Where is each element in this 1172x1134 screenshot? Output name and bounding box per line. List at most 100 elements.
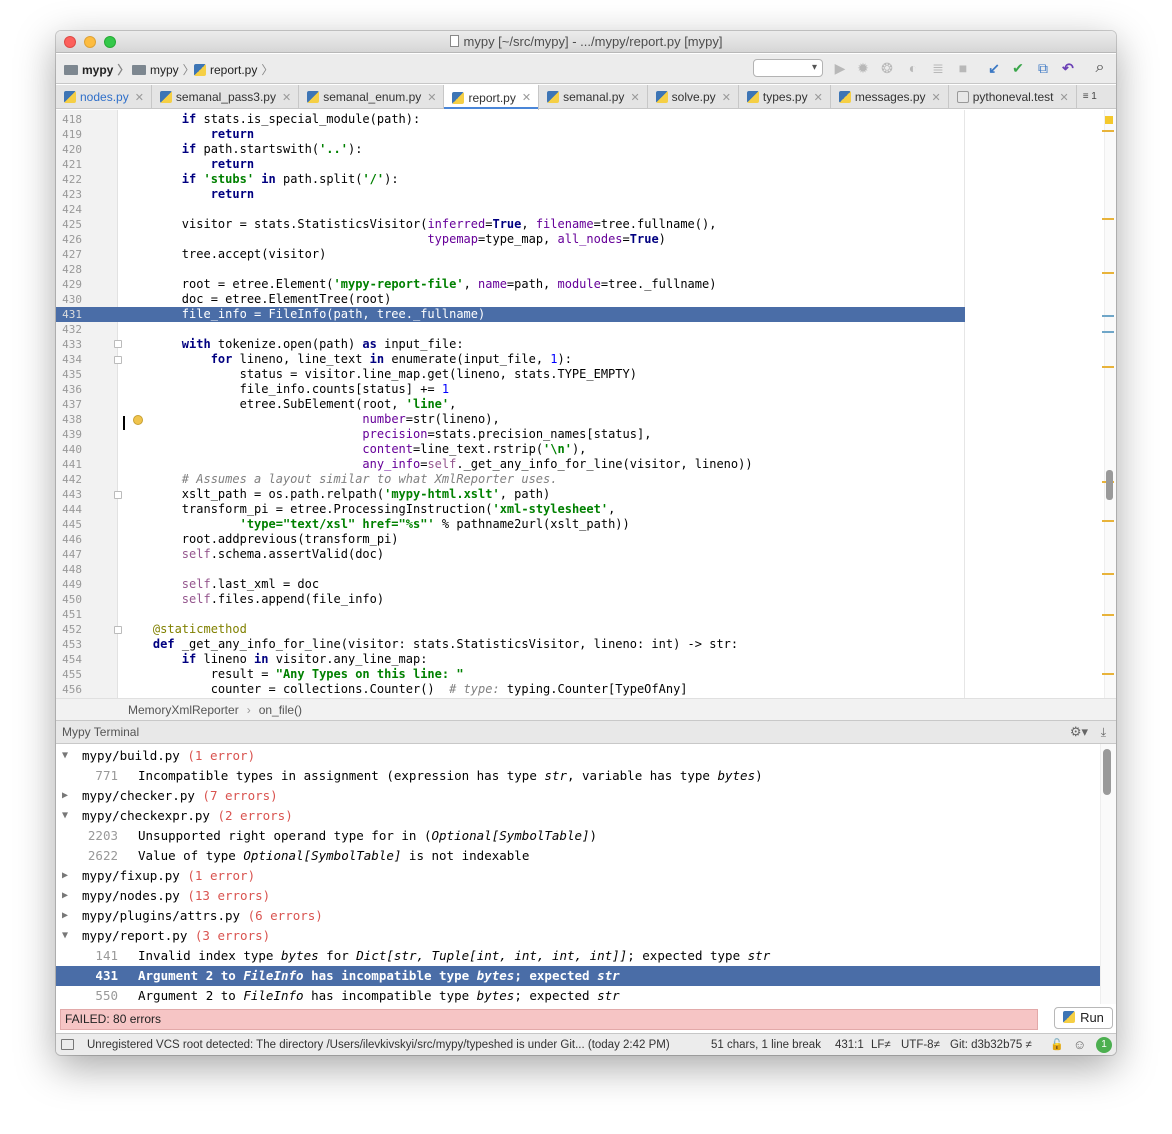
- error-message[interactable]: 141 Invalid index type bytes for Dict[str…: [56, 946, 1100, 966]
- code-line[interactable]: 437 etree.SubElement(root, 'line',: [56, 397, 1102, 412]
- error-file-node[interactable]: ▼ mypy/checkexpr.py (2 errors): [56, 806, 1100, 826]
- tab-pythoneval-test[interactable]: pythoneval.test ✕: [949, 85, 1077, 109]
- file-encoding[interactable]: UTF-8≠: [901, 1034, 940, 1055]
- close-tab-icon[interactable]: ✕: [814, 91, 823, 104]
- code-line[interactable]: 434 for lineno, line_text in enumerate(i…: [56, 352, 1102, 367]
- inspector-icon[interactable]: ☺: [1073, 1034, 1086, 1055]
- error-file-node[interactable]: ▶ mypy/nodes.py (13 errors): [56, 886, 1100, 906]
- code-line[interactable]: 430 doc = etree.ElementTree(root): [56, 292, 1102, 307]
- maximize-window-button[interactable]: [104, 36, 116, 48]
- caret-position[interactable]: 431:1: [835, 1034, 864, 1055]
- code-line[interactable]: 439 precision=stats.precision_names[stat…: [56, 427, 1102, 442]
- breadcrumb-file[interactable]: report.py 〉: [194, 61, 273, 78]
- collapsed-arrow-icon[interactable]: ▶: [62, 886, 68, 906]
- code-line[interactable]: 419 return: [56, 127, 1102, 142]
- fold-marker-icon[interactable]: [114, 491, 122, 499]
- code-line[interactable]: 456 counter = collections.Counter() # ty…: [56, 682, 1102, 697]
- error-stripe-mark[interactable]: [1102, 272, 1114, 274]
- vcs-commit-icon[interactable]: ✔: [1009, 59, 1027, 77]
- code-line[interactable]: 436 file_info.counts[status] += 1: [56, 382, 1102, 397]
- code-line[interactable]: 444 transform_pi = etree.ProcessingInstr…: [56, 502, 1102, 517]
- code-line[interactable]: 452 @staticmethod: [56, 622, 1102, 637]
- vcs-revert-icon[interactable]: ↶: [1059, 59, 1077, 77]
- intention-bulb-icon[interactable]: [133, 415, 143, 425]
- code-line[interactable]: 418 if stats.is_special_module(path):: [56, 112, 1102, 127]
- coverage-icon[interactable]: ❂: [878, 59, 896, 77]
- current-code-line[interactable]: 431 file_info = FileInfo(path, tree._ful…: [56, 307, 1102, 322]
- lock-icon[interactable]: 🔓: [1050, 1034, 1064, 1055]
- fold-marker-icon[interactable]: [114, 340, 122, 348]
- code-line[interactable]: 432: [56, 322, 1102, 337]
- expanded-arrow-icon[interactable]: ▼: [62, 926, 68, 946]
- error-stripe-mark[interactable]: [1102, 573, 1114, 575]
- tab-semanal-pass3-py[interactable]: semanal_pass3.py ✕: [152, 85, 300, 109]
- code-line[interactable]: 428: [56, 262, 1102, 277]
- close-tab-icon[interactable]: ✕: [630, 91, 639, 104]
- code-line[interactable]: 449 self.last_xml = doc: [56, 577, 1102, 592]
- selection-stripe-mark[interactable]: [1102, 331, 1114, 333]
- run-icon[interactable]: ▶: [831, 59, 849, 77]
- settings-gear-icon[interactable]: ⚙▾: [1070, 721, 1088, 743]
- close-tab-icon[interactable]: ✕: [932, 91, 941, 104]
- expanded-arrow-icon[interactable]: ▼: [62, 806, 68, 826]
- breadcrumb-package[interactable]: mypy 〉: [132, 61, 195, 78]
- close-window-button[interactable]: [64, 36, 76, 48]
- error-stripe-mark[interactable]: [1102, 130, 1114, 132]
- collapsed-arrow-icon[interactable]: ▶: [62, 906, 68, 926]
- error-file-node[interactable]: ▼ mypy/report.py (3 errors): [56, 926, 1100, 946]
- code-editor[interactable]: 418 if stats.is_special_module(path): 419…: [56, 110, 1116, 698]
- error-message[interactable]: 2622 Value of type Optional[SymbolTable] …: [56, 846, 1100, 866]
- minimize-window-button[interactable]: [84, 36, 96, 48]
- code-line[interactable]: 425 visitor = stats.StatisticsVisitor(in…: [56, 217, 1102, 232]
- tab-report-py[interactable]: report.py ✕: [444, 85, 540, 110]
- code-line[interactable]: 448: [56, 562, 1102, 577]
- concurrency-icon[interactable]: ≣: [929, 59, 947, 77]
- error-stripe-mark[interactable]: [1102, 673, 1114, 675]
- run-button[interactable]: Run: [1054, 1007, 1113, 1029]
- code-line[interactable]: 450 self.files.append(file_info): [56, 592, 1102, 607]
- tab-semanal-enum-py[interactable]: semanal_enum.py ✕: [299, 85, 445, 109]
- terminal-scroll-thumb[interactable]: [1103, 749, 1111, 795]
- close-tab-icon[interactable]: ✕: [282, 91, 291, 104]
- code-line[interactable]: 422 if 'stubs' in path.split('/'):: [56, 172, 1102, 187]
- hide-panel-icon[interactable]: ⤓: [1101, 721, 1106, 743]
- fold-marker-icon[interactable]: [114, 356, 122, 364]
- code-line[interactable]: 433 with tokenize.open(path) as input_fi…: [56, 337, 1102, 352]
- code-line[interactable]: 443 xslt_path = os.path.relpath('mypy-ht…: [56, 487, 1102, 502]
- code-line[interactable]: 445 'type="text/xsl" href="%s"' % pathna…: [56, 517, 1102, 532]
- tab-overflow-menu[interactable]: ≡ 1: [1077, 85, 1097, 108]
- selection-stripe-mark[interactable]: [1102, 315, 1114, 317]
- selected-error-message[interactable]: 431 Argument 2 to FileInfo has incompatib…: [56, 966, 1100, 986]
- code-line[interactable]: 426 typemap=type_map, all_nodes=True): [56, 232, 1102, 247]
- error-file-node[interactable]: ▶ mypy/fixup.py (1 error): [56, 866, 1100, 886]
- code-line[interactable]: 429 root = etree.Element('mypy-report-fi…: [56, 277, 1102, 292]
- error-file-node[interactable]: ▶ mypy/checker.py (7 errors): [56, 786, 1100, 806]
- collapsed-arrow-icon[interactable]: ▶: [62, 786, 68, 806]
- breadcrumb-project[interactable]: mypy 〉: [64, 61, 129, 78]
- code-line[interactable]: 454 if lineno in visitor.any_line_map:: [56, 652, 1102, 667]
- tab-types-py[interactable]: types.py ✕: [739, 85, 831, 109]
- tool-windows-icon[interactable]: [61, 1039, 74, 1050]
- fold-marker-icon[interactable]: [114, 626, 122, 634]
- profile-icon[interactable]: ◐: [904, 59, 922, 77]
- error-stripe-mark[interactable]: [1102, 520, 1114, 522]
- breadcrumb-method[interactable]: on_file(): [259, 703, 302, 717]
- error-message[interactable]: 2203 Unsupported right operand type for i…: [56, 826, 1100, 846]
- search-icon[interactable]: ⌕: [1091, 59, 1109, 77]
- error-stripe-mark[interactable]: [1102, 366, 1114, 368]
- error-message[interactable]: 550 Argument 2 to FileInfo has incompatib…: [56, 986, 1100, 1004]
- debug-icon[interactable]: ✹: [854, 59, 872, 77]
- error-file-node[interactable]: ▶ mypy/plugins/attrs.py (6 errors): [56, 906, 1100, 926]
- tab-semanal-py[interactable]: semanal.py ✕: [539, 85, 648, 109]
- collapsed-arrow-icon[interactable]: ▶: [62, 866, 68, 886]
- code-line[interactable]: 420 if path.startswith('..'):: [56, 142, 1102, 157]
- code-line[interactable]: 435 status = visitor.line_map.get(lineno…: [56, 367, 1102, 382]
- code-line[interactable]: 423 return: [56, 187, 1102, 202]
- code-line[interactable]: 446 root.addprevious(transform_pi): [56, 532, 1102, 547]
- close-tab-icon[interactable]: ✕: [427, 91, 436, 104]
- tab-solve-py[interactable]: solve.py ✕: [648, 85, 739, 109]
- editor-scrollbar[interactable]: [1104, 110, 1116, 698]
- code-line[interactable]: 453 def _get_any_info_for_line(visitor: …: [56, 637, 1102, 652]
- code-line[interactable]: 438 number=str(lineno),: [56, 412, 1102, 427]
- code-line[interactable]: 451: [56, 607, 1102, 622]
